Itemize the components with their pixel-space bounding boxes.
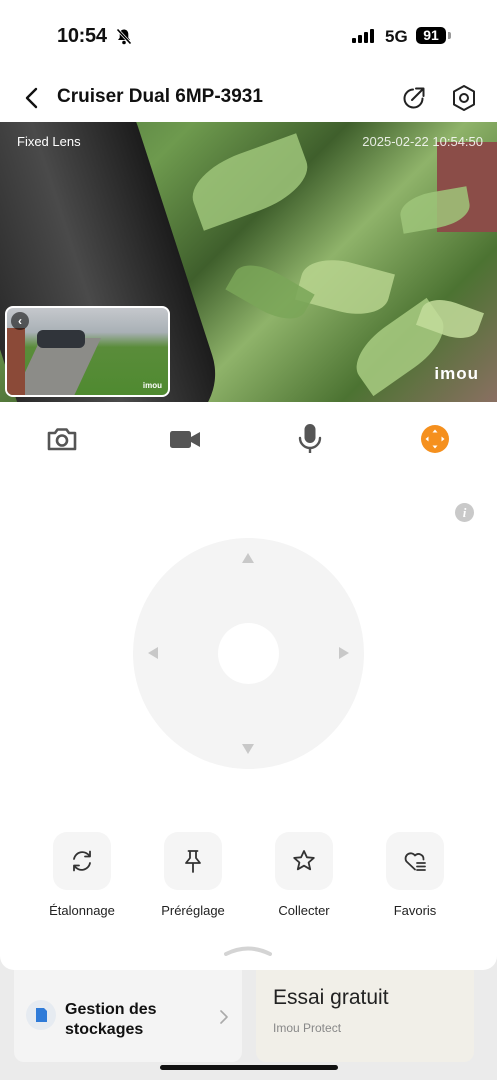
info-icon[interactable]: i [455,503,474,522]
settings-gear-icon[interactable] [451,84,477,112]
chevron-right-icon [220,1010,228,1024]
video-leaf [183,133,317,231]
preset-label: Préréglage [161,903,225,918]
ptz-icon[interactable] [418,422,452,456]
control-panel: i Étalonnage Préréglage Collecter Favori… [0,402,497,970]
ptz-joystick[interactable] [133,538,364,769]
live-video-feed[interactable]: Fixed Lens 2025-02-22 10:54:50 imou ‹ im… [0,122,497,402]
home-indicator[interactable] [160,1065,338,1070]
pan-left-arrow-icon[interactable] [148,647,158,659]
nav-header: Cruiser Dual 6MP-3931 [0,72,497,122]
collect-button[interactable]: Collecter [259,832,349,918]
back-arrow-icon[interactable] [22,86,42,110]
video-record-icon[interactable] [168,422,202,456]
status-bar: 10:54 5G 91 [0,0,497,72]
collect-label: Collecter [278,903,330,918]
pip-car [37,330,85,348]
preset-button[interactable]: Préréglage [148,832,238,918]
lens-label: Fixed Lens [17,134,81,149]
pan-down-arrow-icon[interactable] [242,744,254,754]
storage-icon-wrap [26,1000,56,1030]
trial-subtitle: Imou Protect [273,1021,342,1035]
cell-signal-icon [352,29,376,43]
trial-title: Essai gratuit [273,986,389,1009]
page-title: Cruiser Dual 6MP-3931 [57,86,263,107]
collect-button-tile[interactable] [275,832,333,890]
storage-card[interactable]: Gestion des stockages [14,970,242,1062]
microphone-icon[interactable] [293,422,327,456]
calibrate-button[interactable]: Étalonnage [37,832,127,918]
storage-label: Gestion des stockages [65,1001,157,1038]
sd-card-icon [36,1008,47,1022]
favorites-button-tile[interactable] [386,832,444,890]
pip-brick-pillar [7,328,25,395]
battery-indicator: 91 [416,27,446,44]
imou-watermark: imou [434,364,479,383]
favorites-label: Favoris [393,903,437,918]
star-icon [293,850,315,871]
calibrate-button-tile[interactable] [53,832,111,890]
calibrate-label: Étalonnage [49,903,115,918]
pip-watermark: imou [142,381,162,390]
calibrate-icon [73,850,91,872]
bell-muted-icon [116,28,132,45]
pip-secondary-feed[interactable]: ‹ imou [5,306,170,397]
favorites-button[interactable]: Favoris [370,832,460,918]
share-icon[interactable] [401,85,427,111]
pan-up-arrow-icon[interactable] [242,553,254,563]
pip-collapse-icon[interactable]: ‹ [11,312,29,330]
trial-card[interactable]: Essai gratuit Imou Protect [256,970,474,1062]
video-leaf [295,251,395,323]
network-type: 5G [385,27,408,46]
pan-right-arrow-icon[interactable] [339,647,349,659]
video-leaf [225,254,315,330]
joystick-center-knob[interactable] [218,623,279,684]
battery-nub [448,32,451,39]
drawer-handle-icon[interactable] [224,944,272,956]
clock: 10:54 [57,25,107,47]
pin-icon [185,850,201,873]
video-timestamp: 2025-02-22 10:54:50 [362,134,483,149]
camera-icon[interactable] [45,422,79,456]
heart-list-icon [404,852,426,871]
preset-button-tile[interactable] [164,832,222,890]
